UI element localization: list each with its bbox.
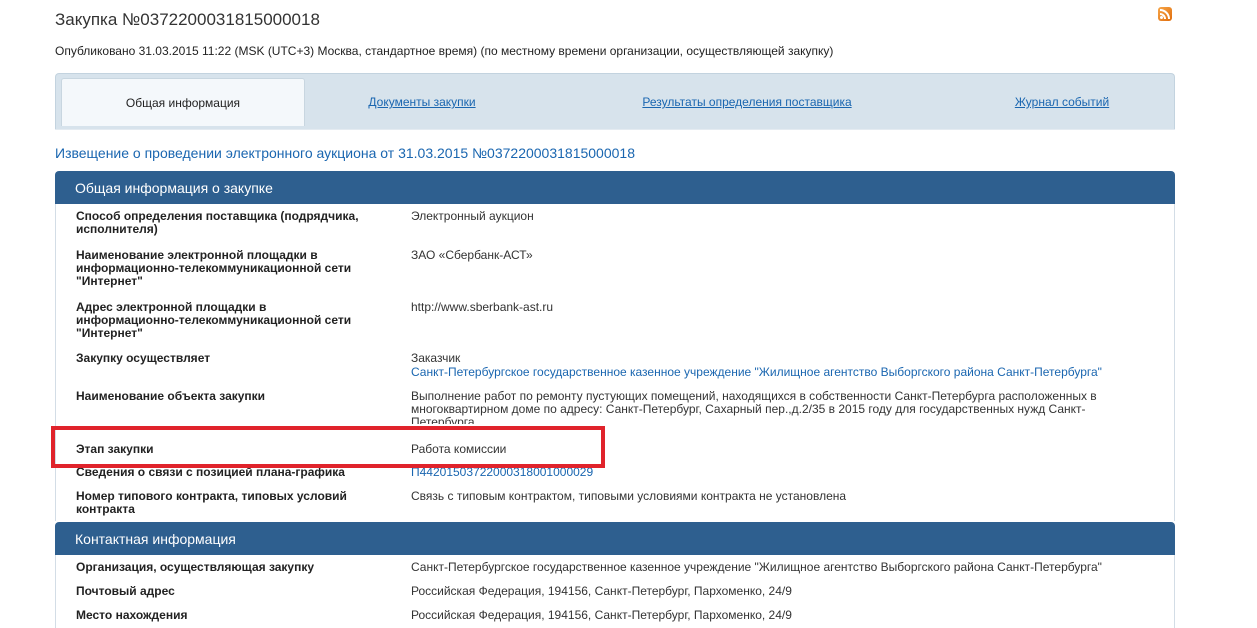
value-purchaser: Заказчик	[411, 351, 461, 365]
page-title: Закупка №0372200031815000018	[55, 10, 320, 29]
tab-label: Общая информация	[125, 95, 241, 110]
value-platform-address: http://www.sberbank-ast.ru	[411, 300, 554, 314]
tab-supplier-results[interactable]: Результаты определения поставщика	[612, 78, 882, 126]
value-location: Российская Федерация, 194156, Санкт-Пете…	[411, 608, 792, 622]
tab-label: Документы закупки	[368, 95, 476, 109]
label-plan-link: Сведения о связи с позицией плана-график…	[76, 465, 345, 479]
tab-documents[interactable]: Документы закупки	[338, 78, 506, 126]
value-purchase-object: Выполнение работ по ремонту пустующих по…	[411, 390, 1097, 424]
rss-icon[interactable]	[1158, 7, 1172, 21]
plan-position-link[interactable]: П44201503722000318001000029	[411, 466, 1131, 479]
label-purchase-stage: Этап закупки	[76, 442, 154, 456]
value-contract-number: Связь с типовым контрактом, типовыми усл…	[411, 489, 847, 503]
published-date: Опубликовано 31.03.2015 11:22 (MSK (UTC+…	[55, 44, 834, 58]
value-postal-address: Российская Федерация, 194156, Санкт-Пете…	[411, 584, 792, 598]
label-supplier-method: Способ определения поставщика (подрядчик…	[76, 209, 359, 236]
label-contract-number: Номер типового контракта, типовых услови…	[76, 489, 347, 516]
tab-label: Результаты определения поставщика	[642, 95, 852, 109]
label-postal-address: Почтовый адрес	[76, 584, 175, 598]
tab-general-info[interactable]: Общая информация	[61, 78, 305, 126]
section-header-general: Общая информация о закупке	[55, 171, 1175, 204]
value-platform-name: ЗАО «Сбербанк-АСТ»	[411, 248, 533, 262]
notice-title: Извещение о проведении электронного аукц…	[55, 145, 635, 161]
label-organization: Организация, осуществляющая закупку	[76, 560, 315, 574]
label-platform-name: Наименование электронной площадки в инфо…	[76, 248, 352, 288]
tab-divider	[55, 129, 1175, 130]
tab-bar: Общая информация Документы закупки Резул…	[55, 73, 1175, 130]
section-title: Контактная информация	[75, 530, 236, 547]
label-purchaser: Закупку осуществляет	[76, 351, 211, 365]
label-platform-address: Адрес электронной площадки в информацион…	[76, 300, 352, 340]
value-organization: Санкт-Петербургское государственное казе…	[411, 560, 1102, 574]
value-purchase-stage: Работа комиссии	[411, 442, 507, 456]
purchaser-org-link[interactable]: Санкт-Петербургское государственное казе…	[411, 366, 1131, 379]
tab-event-log[interactable]: Журнал событий	[986, 78, 1138, 126]
section-header-contact: Контактная информация	[55, 522, 1175, 555]
label-location: Место нахождения	[76, 608, 188, 622]
label-purchase-object: Наименование объекта закупки	[76, 389, 266, 403]
section-title: Общая информация о закупке	[75, 179, 273, 196]
value-supplier-method: Электронный аукцион	[411, 209, 534, 223]
tab-label: Журнал событий	[1014, 95, 1110, 109]
